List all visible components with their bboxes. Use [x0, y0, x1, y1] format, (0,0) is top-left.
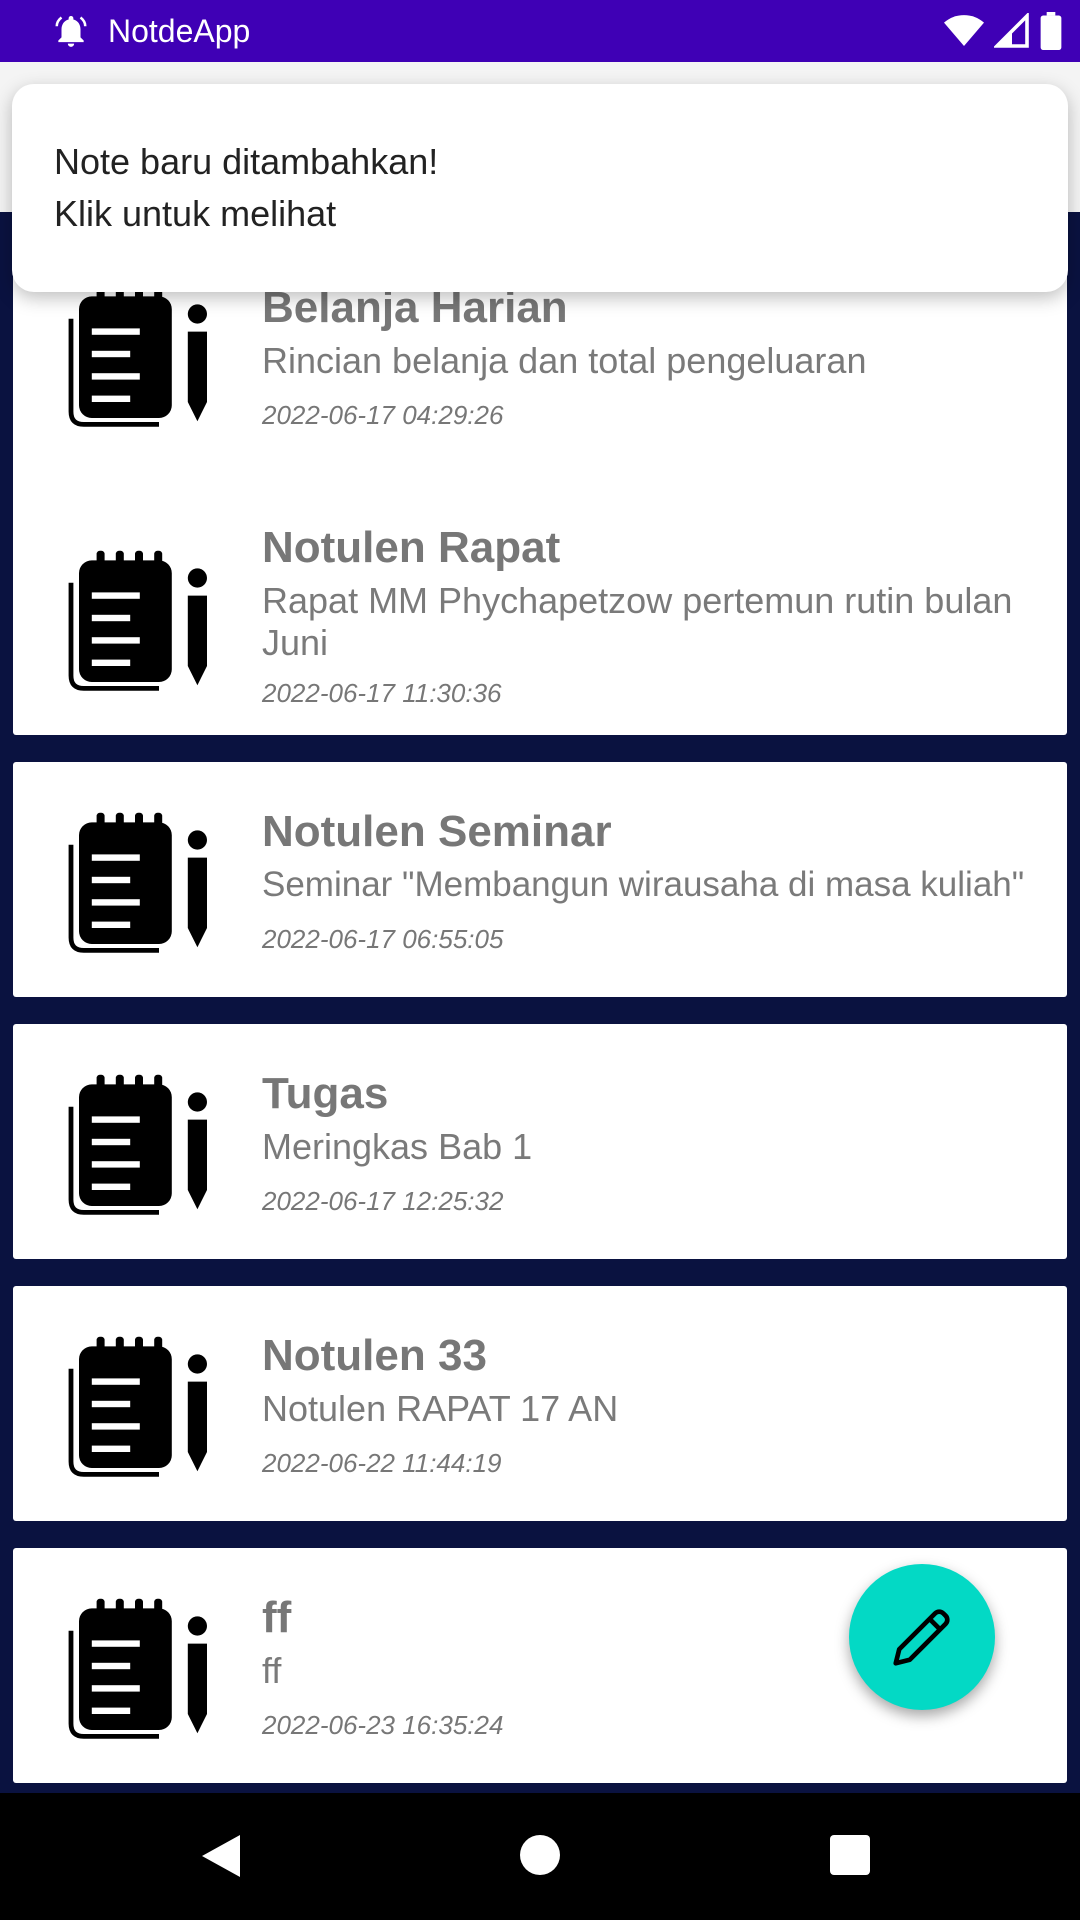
note-date: 2022-06-23 16:35:24	[262, 1710, 504, 1740]
note-icon	[68, 812, 207, 953]
note-card[interactable]: Tugas Meringkas Bab 1 2022-06-17 12:25:3…	[13, 1024, 1067, 1259]
note-date: 2022-06-17 06:55:05	[262, 924, 504, 954]
toast-action-text: Klik untuk melihat	[54, 193, 337, 234]
status-app-name: NotdeApp	[108, 13, 251, 49]
status-icons	[944, 10, 1062, 52]
note-icon	[68, 286, 207, 427]
toast-message: Note baru ditambahkan!	[54, 141, 439, 182]
pencil-icon	[893, 1609, 950, 1666]
note-title: Notulen Rapat	[262, 523, 561, 572]
note-card[interactable]: Notulen Rapat Rapat MM Phychapetzow pert…	[13, 500, 1067, 735]
note-card[interactable]: Notulen Seminar Seminar "Membangun wirau…	[13, 762, 1067, 997]
note-description: Seminar "Membangun wirausaha di masa kul…	[262, 865, 1025, 904]
note-icon	[68, 1074, 207, 1215]
note-card[interactable]: Notulen 33 Notulen RAPAT 17 AN 2022-06-2…	[13, 1286, 1067, 1521]
note-date: 2022-06-17 11:30:36	[262, 678, 502, 708]
home-icon[interactable]	[520, 1835, 560, 1875]
navigation-bar	[0, 1793, 1080, 1920]
note-title: Notulen 33	[262, 1331, 487, 1380]
note-icon	[68, 1598, 207, 1739]
add-note-button[interactable]	[849, 1564, 995, 1710]
battery-icon	[1040, 12, 1062, 50]
note-text: Tugas Meringkas Bab 1 2022-06-17 12:25:3…	[262, 1024, 1049, 1259]
note-date: 2022-06-17 04:29:26	[262, 400, 504, 430]
note-text: Notulen Seminar Seminar "Membangun wirau…	[262, 762, 1063, 997]
note-description: Rapat MM Phychapetzow pertemun rutin bul…	[262, 580, 1013, 663]
note-text: Notulen 33 Notulen RAPAT 17 AN 2022-06-2…	[262, 1286, 1049, 1521]
note-date: 2022-06-22 11:44:19	[262, 1448, 502, 1478]
status-bar: NotdeApp	[0, 0, 1080, 62]
note-text: Notulen Rapat Rapat MM Phychapetzow pert…	[262, 500, 1049, 735]
note-date: 2022-06-17 12:25:32	[262, 1186, 504, 1216]
note-icon	[68, 550, 207, 691]
toast-notification[interactable]: Note baru ditambahkan! Klik untuk meliha…	[12, 84, 1068, 292]
notification-bell-icon	[55, 15, 87, 47]
wifi-icon	[944, 15, 984, 46]
recents-icon[interactable]	[830, 1835, 870, 1875]
note-icon	[68, 1336, 207, 1477]
note-description: Meringkas Bab 1	[262, 1126, 533, 1167]
note-description: Rincian belanja dan total pengeluaran	[262, 340, 867, 381]
note-title: Tugas	[262, 1069, 389, 1118]
note-title: Notulen Seminar	[262, 807, 612, 856]
note-description: Notulen RAPAT 17 AN	[262, 1388, 619, 1429]
back-icon[interactable]	[200, 1833, 242, 1879]
cell-signal-icon	[994, 13, 1029, 48]
